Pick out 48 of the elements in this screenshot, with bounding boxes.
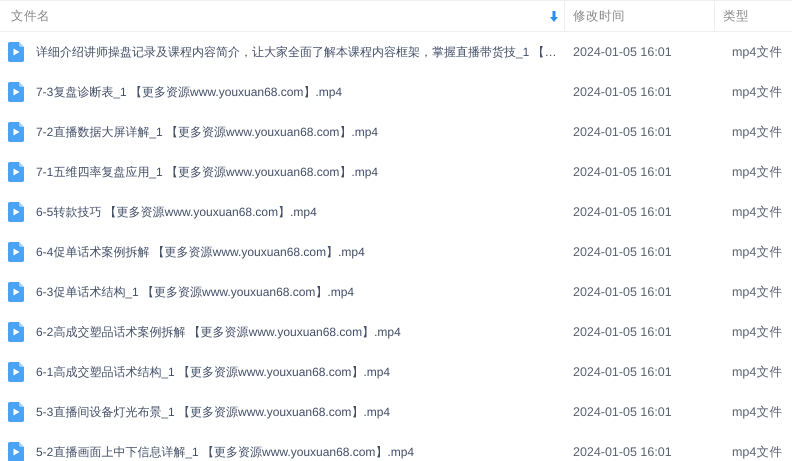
file-type: mp4文件 [732,44,782,60]
column-header[interactable]: 类型 [723,8,749,24]
file-name[interactable]: 7-3复盘诊断表_1 【更多资源www.youxuan68.com】.mp4 [36,84,342,100]
file-type: mp4文件 [732,404,782,420]
sort-arrow-icon[interactable] [550,10,558,22]
file-type: mp4文件 [732,444,782,460]
video-file-icon [8,282,24,302]
file-name[interactable]: 6-4促单话术案例拆解 【更多资源www.youxuan68.com】.mp4 [36,244,365,260]
file-type: mp4文件 [732,164,782,180]
video-file-icon [8,402,24,422]
file-type: mp4文件 [732,284,782,300]
modified-time: 2024-01-05 16:01 [573,285,672,299]
file-name[interactable]: 7-1五维四率复盘应用_1 【更多资源www.youxuan68.com】.mp4 [36,164,378,180]
video-file-icon [8,322,24,342]
video-file-icon [8,202,24,222]
file-name[interactable]: 5-3直播间设备灯光布景_1 【更多资源www.youxuan68.com】.mp4 [36,404,390,420]
video-file-icon [8,242,24,262]
file-name[interactable]: 6-5转款技巧 【更多资源www.youxuan68.com】.mp4 [36,204,317,220]
file-name[interactable]: 6-2高成交塑品话术案例拆解 【更多资源www.youxuan68.com】.mp4 [36,324,401,340]
file-type: mp4文件 [732,244,782,260]
modified-time: 2024-01-05 16:01 [573,245,672,259]
file-name[interactable]: 7-2直播数据大屏详解_1 【更多资源www.youxuan68.com】.mp4 [36,124,378,140]
modified-time: 2024-01-05 16:01 [573,205,672,219]
modified-time: 2024-01-05 16:01 [573,365,672,379]
modified-time: 2024-01-05 16:01 [573,125,672,139]
video-file-icon [8,42,24,62]
modified-time: 2024-01-05 16:01 [573,325,672,339]
modified-time: 2024-01-05 16:01 [573,45,672,59]
file-type: mp4文件 [732,324,782,340]
video-file-icon [8,362,24,382]
video-file-icon [8,162,24,182]
column-header[interactable]: 修改时间 [573,8,625,24]
video-file-icon [8,82,24,102]
file-name[interactable]: 5-2直播画面上中下信息详解_1 【更多资源www.youxuan68.com】.mp4 [36,444,414,460]
file-name[interactable]: 详细介绍讲师操盘记录及课程内容简介，让大家全面了解本课程内容框架，掌握直播带货技_1 【… [36,44,557,60]
file-type: mp4文件 [732,124,782,140]
video-file-icon [8,122,24,142]
file-name[interactable]: 6-1高成交塑品话术结构_1 【更多资源www.youxuan68.com】.mp4 [36,364,390,380]
column-header[interactable]: 文件名 [11,8,50,24]
video-file-icon [8,442,24,461]
file-type: mp4文件 [732,204,782,220]
modified-time: 2024-01-05 16:01 [573,445,672,459]
file-type: mp4文件 [732,364,782,380]
modified-time: 2024-01-05 16:01 [573,405,672,419]
file-name[interactable]: 6-3促单话术结构_1 【更多资源www.youxuan68.com】.mp4 [36,284,354,300]
file-type: mp4文件 [732,84,782,100]
modified-time: 2024-01-05 16:01 [573,165,672,179]
modified-time: 2024-01-05 16:01 [573,85,672,99]
